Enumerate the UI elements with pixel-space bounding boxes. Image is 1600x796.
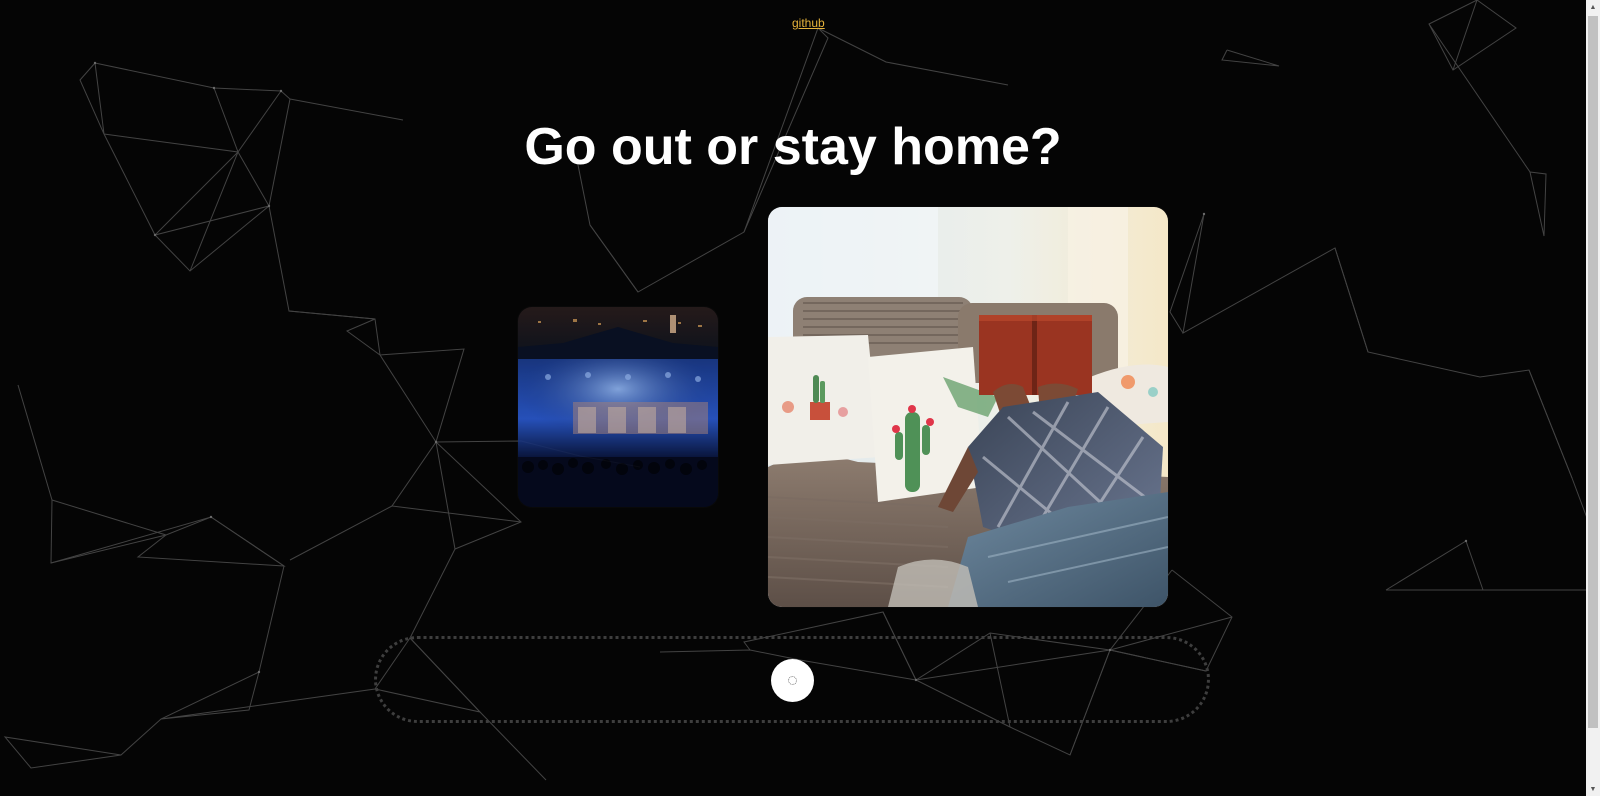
reading-on-couch-image: [768, 207, 1168, 607]
page: github Go out or stay home? ▲ ▼: [0, 0, 1600, 796]
github-link[interactable]: github: [792, 15, 825, 31]
choice-slider-knob[interactable]: [771, 659, 814, 702]
vertical-scrollbar[interactable]: ▲ ▼: [1586, 0, 1600, 796]
scrollbar-thumb[interactable]: [1588, 16, 1598, 728]
concert-card[interactable]: [518, 307, 718, 507]
scroll-down-arrow-icon[interactable]: ▼: [1586, 782, 1600, 796]
stay-home-card[interactable]: [768, 207, 1168, 607]
scroll-up-arrow-icon[interactable]: ▲: [1586, 0, 1600, 14]
page-title: Go out or stay home?: [524, 118, 1062, 176]
loading-circle-icon: [788, 676, 797, 685]
concert-scene-image: [518, 307, 718, 507]
